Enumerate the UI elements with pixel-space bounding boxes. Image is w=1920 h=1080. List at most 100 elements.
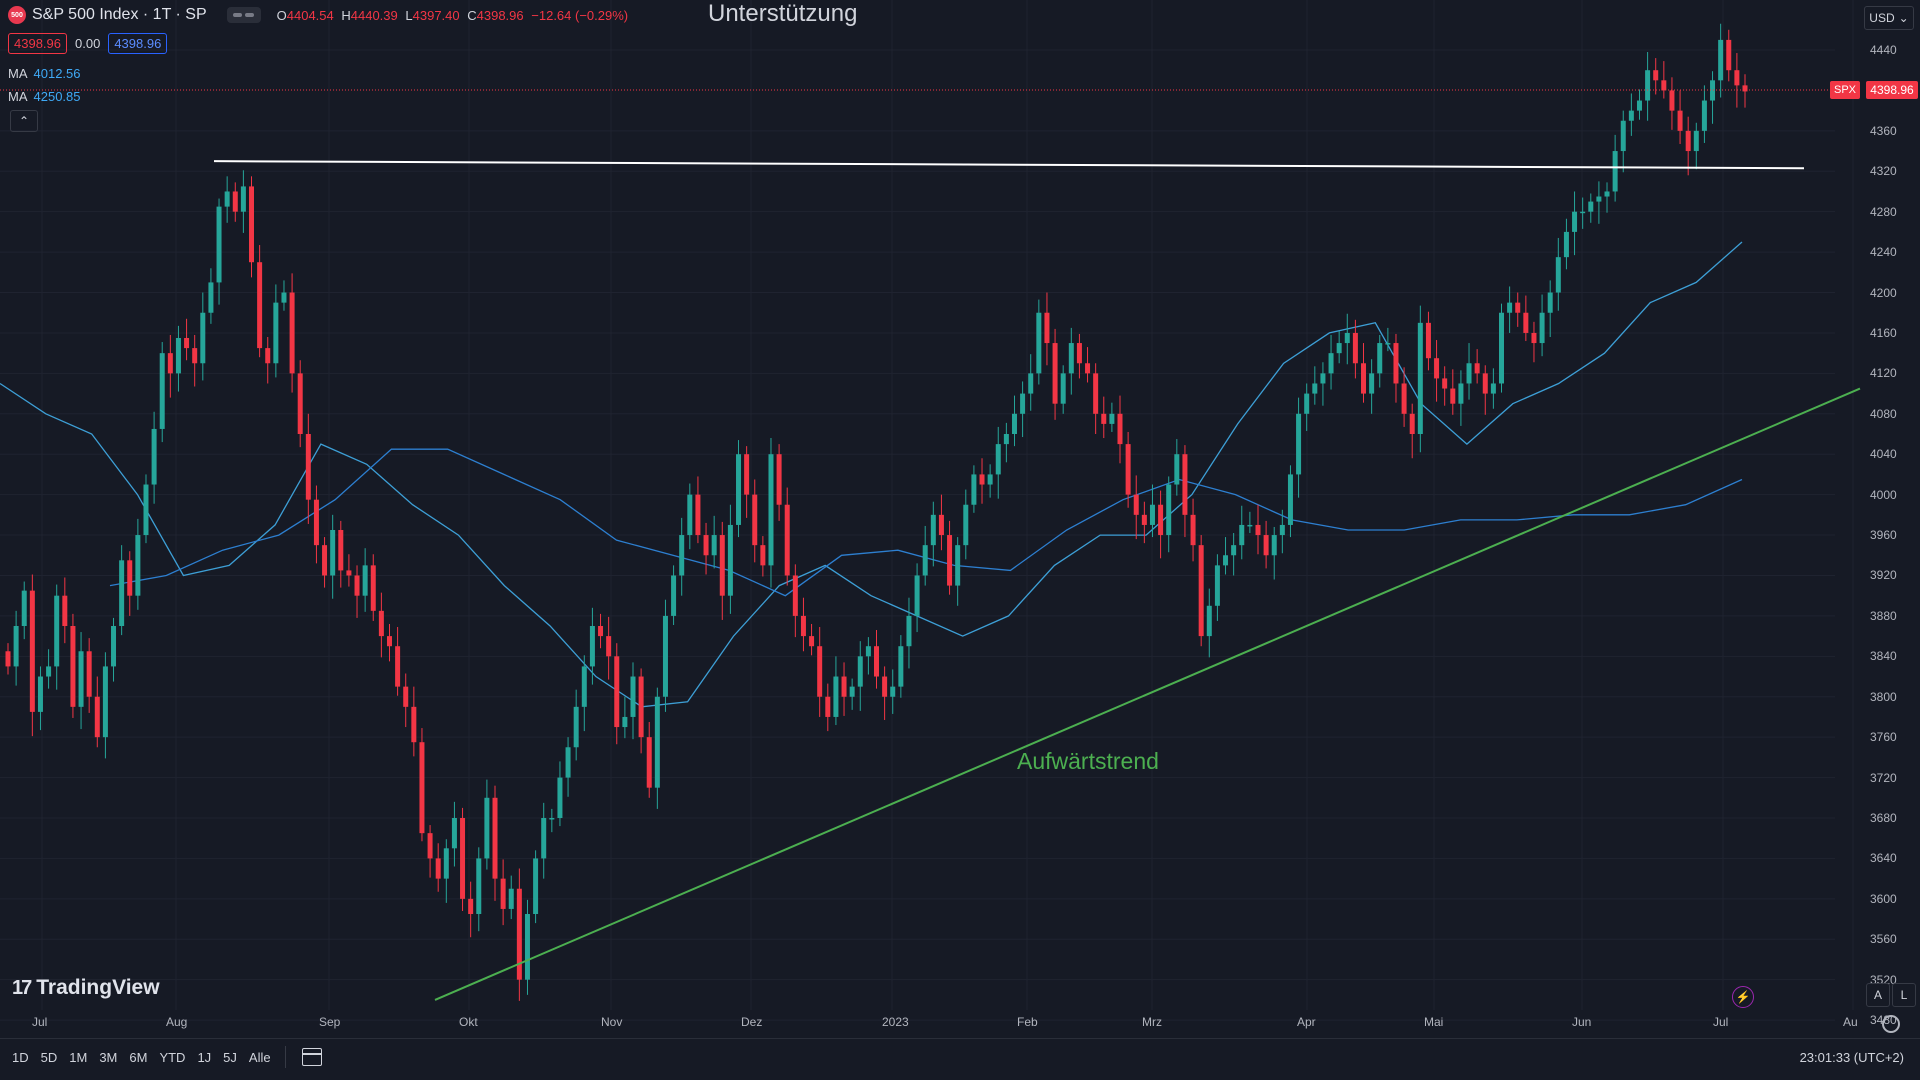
- candle-body: [1174, 454, 1180, 485]
- candle-body: [1604, 191, 1610, 197]
- timeframe-1d[interactable]: 1D: [12, 1050, 29, 1065]
- candle-body: [257, 262, 263, 349]
- candle-body: [1539, 312, 1545, 344]
- candle-body: [533, 858, 539, 914]
- ma-legend-1[interactable]: MA 4012.56: [8, 66, 81, 81]
- y-tick-label: 3680: [1870, 811, 1897, 825]
- candle-body: [1572, 211, 1578, 232]
- candle-body: [825, 696, 831, 717]
- candle-body: [1498, 312, 1504, 384]
- auto-scale-button[interactable]: A: [1866, 983, 1890, 1007]
- candle-body: [695, 494, 701, 536]
- candle-body: [289, 292, 295, 374]
- candle-body: [476, 858, 482, 914]
- symbol-icon: 500: [8, 6, 26, 24]
- candle-body: [744, 454, 750, 495]
- candle-body: [1093, 373, 1099, 414]
- candle-body: [1701, 100, 1707, 131]
- bid-price[interactable]: 4398.96: [8, 33, 67, 54]
- candle-body: [1612, 151, 1618, 192]
- candle-body: [1190, 514, 1196, 546]
- candle-body: [573, 706, 579, 748]
- candle-body: [1450, 388, 1456, 404]
- timeframe-1m[interactable]: 1M: [69, 1050, 87, 1065]
- candle-body: [1442, 378, 1448, 389]
- candle-body: [1369, 373, 1375, 394]
- candle-body: [1742, 85, 1748, 92]
- x-tick-label: Okt: [459, 1015, 478, 1029]
- calendar-icon[interactable]: [301, 1048, 322, 1066]
- ask-price[interactable]: 4398.96: [108, 33, 168, 54]
- candle-body: [419, 742, 425, 834]
- candle-body: [817, 646, 823, 697]
- candle-body: [1466, 363, 1472, 384]
- trend-annotation[interactable]: Aufwärtstrend: [1017, 748, 1159, 775]
- candle-body: [565, 747, 571, 778]
- y-tick-label: 4080: [1870, 406, 1897, 421]
- candle-body: [111, 626, 117, 667]
- tradingview-logo[interactable]: 17 TradingView: [12, 976, 160, 1000]
- candle-body: [768, 454, 774, 566]
- clock[interactable]: 23:01:33 (UTC+2): [1800, 1050, 1904, 1065]
- candle-body: [679, 535, 685, 576]
- candle-body: [1531, 332, 1537, 344]
- candle-body: [1596, 196, 1602, 202]
- timeframe-all[interactable]: Alle: [249, 1050, 271, 1065]
- candle-body: [776, 454, 782, 505]
- timeframe-ytd[interactable]: YTD: [159, 1050, 185, 1065]
- ma2-value: 4250.85: [33, 89, 81, 104]
- candle-body: [882, 676, 888, 697]
- candle-body: [874, 646, 879, 677]
- candle-body: [630, 676, 636, 717]
- candle-body: [1718, 39, 1724, 81]
- ma-legend-2[interactable]: MA 4250.85: [8, 89, 81, 104]
- y-tick-label: 3600: [1870, 891, 1897, 906]
- candle-body: [62, 595, 68, 626]
- support-annotation[interactable]: Unterstützung: [708, 0, 857, 28]
- candle-body: [1020, 393, 1026, 414]
- candle-body: [752, 494, 758, 546]
- candle-body: [411, 706, 417, 743]
- y-tick-label: 4440: [1870, 43, 1897, 57]
- candle-body: [1336, 343, 1342, 354]
- candle-body: [102, 666, 108, 738]
- candle-body: [646, 737, 652, 788]
- visibility-toggle-button[interactable]: [226, 7, 261, 23]
- timeframe-3m[interactable]: 3M: [99, 1050, 117, 1065]
- timeframe-5d[interactable]: 5D: [41, 1050, 58, 1065]
- currency-button[interactable]: USD ⌄: [1864, 6, 1914, 30]
- y-tick-label: 3880: [1870, 608, 1897, 623]
- candle-body: [841, 676, 847, 697]
- timeframe-5y[interactable]: 5J: [223, 1050, 237, 1065]
- candle-body: [460, 818, 466, 899]
- bid-ask-row: 4398.96 0.00 4398.96: [8, 33, 168, 54]
- candle-body: [78, 651, 84, 707]
- lightning-icon[interactable]: ⚡: [1732, 986, 1754, 1008]
- candle-body: [338, 530, 344, 571]
- candle-body: [175, 338, 181, 374]
- candle-body: [1628, 110, 1634, 121]
- y-tick-label: 4040: [1870, 447, 1897, 462]
- y-tick-label: 4320: [1870, 164, 1897, 179]
- y-tick-label: 4160: [1870, 325, 1897, 340]
- timeframe-6m[interactable]: 6M: [129, 1050, 147, 1065]
- chart-title[interactable]: S&P 500 Index · 1T · SP: [32, 6, 207, 24]
- timeframe-1y[interactable]: 1J: [197, 1050, 211, 1065]
- candle-body: [451, 818, 457, 849]
- y-tick-label: 3760: [1870, 730, 1897, 745]
- price-chart[interactable]: [0, 0, 1920, 1080]
- candle-body: [979, 474, 985, 485]
- candle-body: [784, 504, 790, 576]
- candle-body: [1223, 555, 1229, 566]
- candle-body: [1482, 373, 1488, 394]
- x-tick-label: Sep: [319, 1015, 341, 1029]
- y-tick-label: 3840: [1870, 649, 1897, 664]
- candle-body: [1588, 201, 1594, 212]
- gear-icon[interactable]: [1882, 1015, 1900, 1033]
- change-value: −12.64 (−0.29%): [531, 7, 629, 23]
- log-scale-button[interactable]: L: [1892, 983, 1916, 1007]
- bottom-toolbar: 1D 5D 1M 3M 6M YTD 1J 5J Alle 23:01:33 (…: [0, 1038, 1920, 1075]
- candle-body: [971, 474, 977, 505]
- candle-body: [1036, 312, 1042, 374]
- collapse-legend-button[interactable]: ⌃: [10, 110, 38, 132]
